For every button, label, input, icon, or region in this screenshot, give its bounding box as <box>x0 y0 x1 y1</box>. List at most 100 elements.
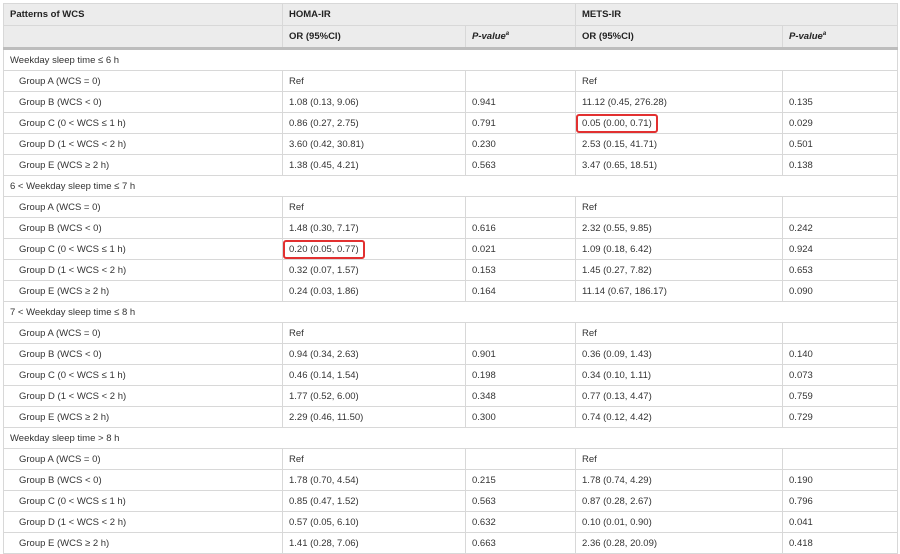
mets-or-cell: Ref <box>575 196 784 218</box>
homa-or-cell: 0.46 (0.14, 1.54) <box>282 364 466 386</box>
table-row: Group E (WCS ≥ 2 h) 1.41 (0.28, 7.06) 0.66… <box>3 532 899 554</box>
mets-p-cell: 0.140 <box>782 343 899 365</box>
homa-p-cell: 0.632 <box>464 511 577 533</box>
table-row: Group E (WCS ≥ 2 h) 0.24 (0.03, 1.86) 0.16… <box>3 280 899 302</box>
group-cell: Group E (WCS ≥ 2 h) <box>3 532 283 554</box>
table-row: Group C (0 < WCS ≤ 1 h) 0.86 (0.27, 2.75)… <box>3 112 899 134</box>
table-row: Group A (WCS = 0) Ref Ref <box>3 322 899 344</box>
homa-or-cell: 0.94 (0.34, 2.63) <box>282 343 466 365</box>
mets-or-cell: 2.36 (0.28, 20.09) <box>575 532 784 554</box>
homa-or-cell: 0.85 (0.47, 1.52) <box>282 490 466 512</box>
mets-or-cell: 2.32 (0.55, 9.85) <box>575 217 784 239</box>
table-row: Group D (1 < WCS < 2 h) 3.60 (0.42, 30.81… <box>3 133 899 155</box>
group-cell: Group C (0 < WCS ≤ 1 h) <box>3 364 283 386</box>
mets-p-cell: 0.090 <box>782 280 899 302</box>
highlight-box: 0.20 (0.05, 0.77) <box>283 239 365 259</box>
homa-p-cell <box>464 70 577 92</box>
header-mets-or: OR (95%CI) <box>575 25 784 50</box>
header-mets-p-sup: a <box>822 30 827 37</box>
table-row: Group C (0 < WCS ≤ 1 h) 0.46 (0.14, 1.54)… <box>3 364 899 386</box>
homa-or-cell: 1.08 (0.13, 9.06) <box>282 91 466 113</box>
header-homa-p: P-valuea <box>464 25 577 50</box>
table-row: Group B (WCS < 0) 1.08 (0.13, 9.06) 0.941 1… <box>3 91 899 113</box>
table-row: Group E (WCS ≥ 2 h) 1.38 (0.45, 4.21) 0.56… <box>3 154 899 176</box>
group-cell: Group B (WCS < 0) <box>3 91 283 113</box>
table-header: Patterns of WCS HOMA-IR METS-IR OR (95%C… <box>3 3 899 50</box>
mets-p-cell: 0.924 <box>782 238 899 260</box>
mets-p-cell <box>782 196 899 218</box>
table-row: Group A (WCS = 0) Ref Ref <box>3 448 899 470</box>
header-homa-p-label: P-value <box>472 31 506 43</box>
mets-or-cell: 3.47 (0.65, 18.51) <box>575 154 784 176</box>
group-cell: Group A (WCS = 0) <box>3 70 283 92</box>
section-title: 7 < Weekday sleep time ≤ 8 h <box>2 301 899 323</box>
header-patterns: Patterns of WCS <box>3 3 283 26</box>
mets-or-cell: 0.10 (0.01, 0.90) <box>575 511 784 533</box>
mets-or-cell: 0.77 (0.13, 4.47) <box>575 385 784 407</box>
mets-p-cell: 0.759 <box>782 385 899 407</box>
table-row: Group D (1 < WCS < 2 h) 0.57 (0.05, 6.10)… <box>3 511 899 533</box>
mets-p-cell: 0.796 <box>782 490 899 512</box>
header-homa-or: OR (95%CI) <box>282 25 466 50</box>
homa-p-cell: 0.791 <box>464 112 577 134</box>
results-table-container: Patterns of WCS HOMA-IR METS-IR OR (95%C… <box>2 3 899 554</box>
mets-or-cell: 1.78 (0.74, 4.29) <box>575 469 784 491</box>
mets-p-cell <box>782 448 899 470</box>
mets-p-cell: 0.729 <box>782 406 899 428</box>
mets-or-cell: 0.05 (0.00, 0.71) <box>575 112 784 134</box>
header-mets-ir: METS-IR <box>575 3 899 26</box>
homa-p-cell <box>464 448 577 470</box>
section-title: Weekday sleep time > 8 h <box>2 427 899 449</box>
homa-or-cell: 1.78 (0.70, 4.54) <box>282 469 466 491</box>
section-title: 6 < Weekday sleep time ≤ 7 h <box>2 175 899 197</box>
mets-or-cell: 0.74 (0.12, 4.42) <box>575 406 784 428</box>
homa-p-cell: 0.563 <box>464 154 577 176</box>
homa-p-cell: 0.941 <box>464 91 577 113</box>
homa-p-cell: 0.198 <box>464 364 577 386</box>
mets-p-cell <box>782 70 899 92</box>
mets-p-cell: 0.242 <box>782 217 899 239</box>
mets-or-cell: 1.45 (0.27, 7.82) <box>575 259 784 281</box>
section-row: Weekday sleep time > 8 h <box>2 427 899 449</box>
group-cell: Group C (0 < WCS ≤ 1 h) <box>3 238 283 260</box>
mets-p-cell: 0.135 <box>782 91 899 113</box>
homa-p-cell <box>464 322 577 344</box>
mets-or-cell: 0.36 (0.09, 1.43) <box>575 343 784 365</box>
homa-p-cell: 0.153 <box>464 259 577 281</box>
homa-p-cell: 0.348 <box>464 385 577 407</box>
group-cell: Group D (1 < WCS < 2 h) <box>3 385 283 407</box>
mets-or-cell: 1.09 (0.18, 6.42) <box>575 238 784 260</box>
mets-or-cell: Ref <box>575 448 784 470</box>
homa-p-cell <box>464 196 577 218</box>
mets-p-cell <box>782 322 899 344</box>
header-empty <box>3 25 283 50</box>
homa-or-cell: 1.38 (0.45, 4.21) <box>282 154 466 176</box>
mets-p-cell: 0.501 <box>782 133 899 155</box>
homa-or-cell: Ref <box>282 196 466 218</box>
table-row: Group C (0 < WCS ≤ 1 h) 0.85 (0.47, 1.52)… <box>3 490 899 512</box>
homa-p-cell: 0.164 <box>464 280 577 302</box>
homa-p-cell: 0.215 <box>464 469 577 491</box>
mets-p-cell: 0.418 <box>782 532 899 554</box>
section-row: Weekday sleep time ≤ 6 h <box>2 48 899 71</box>
table-row: Group A (WCS = 0) Ref Ref <box>3 196 899 218</box>
header-mets-p: P-valuea <box>782 25 899 50</box>
highlight-box: 0.05 (0.00, 0.71) <box>576 113 658 133</box>
mets-p-cell: 0.190 <box>782 469 899 491</box>
group-cell: Group E (WCS ≥ 2 h) <box>3 280 283 302</box>
mets-p-cell: 0.138 <box>782 154 899 176</box>
group-cell: Group E (WCS ≥ 2 h) <box>3 154 283 176</box>
mets-or-cell: 11.12 (0.45, 276.28) <box>575 91 784 113</box>
table-row: Group B (WCS < 0) 1.48 (0.30, 7.17) 0.616 2… <box>3 217 899 239</box>
homa-p-cell: 0.901 <box>464 343 577 365</box>
section-row: 7 < Weekday sleep time ≤ 8 h <box>2 301 899 323</box>
mets-or-cell: 0.34 (0.10, 1.11) <box>575 364 784 386</box>
group-cell: Group C (0 < WCS ≤ 1 h) <box>3 112 283 134</box>
section-title: Weekday sleep time ≤ 6 h <box>2 48 899 71</box>
group-cell: Group B (WCS < 0) <box>3 469 283 491</box>
group-cell: Group E (WCS ≥ 2 h) <box>3 406 283 428</box>
header-homa-p-sup: a <box>505 30 510 37</box>
mets-p-cell: 0.073 <box>782 364 899 386</box>
homa-or-cell: 1.41 (0.28, 7.06) <box>282 532 466 554</box>
homa-or-cell: Ref <box>282 448 466 470</box>
